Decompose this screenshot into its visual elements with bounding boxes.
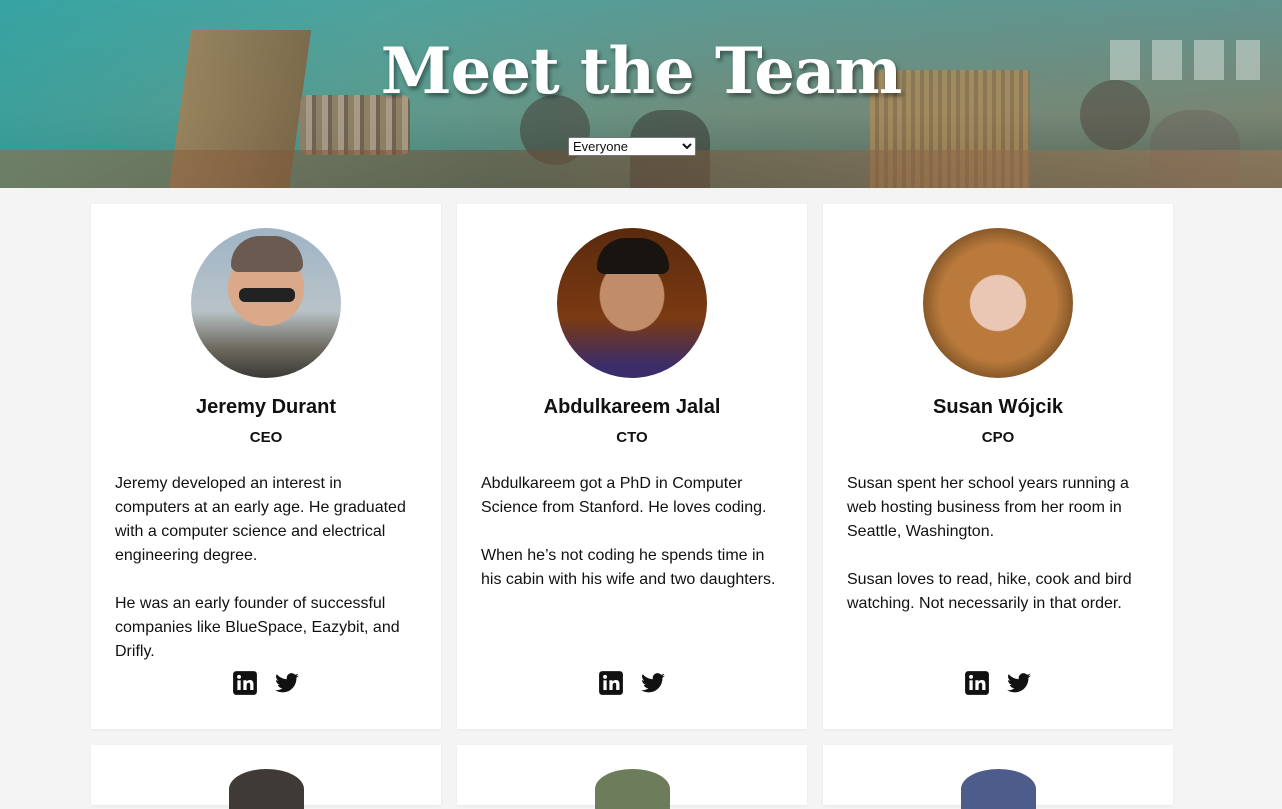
hero-banner: Meet the Team Everyone [0, 0, 1282, 188]
avatar-hair [597, 238, 669, 274]
bio-paragraph: Abdulkareem got a PhD in Computer Scienc… [481, 475, 767, 516]
team-filter-select[interactable]: Everyone [568, 137, 696, 156]
twitter-link[interactable] [1006, 670, 1032, 696]
twitter-link[interactable] [274, 670, 300, 696]
member-bio: Jeremy developed an interest in computer… [115, 472, 420, 664]
team-card: Susan Wójcik CPO Susan spent her school … [823, 204, 1173, 729]
team-card [457, 745, 807, 809]
twitter-icon [275, 673, 300, 693]
social-links [91, 670, 441, 696]
avatar-sunglasses [239, 288, 295, 302]
bio-paragraph: Susan loves to read, hike, cook and bird… [847, 571, 1132, 612]
bio-paragraph: When he’s not coding he spends time in h… [481, 547, 776, 588]
twitter-link[interactable] [640, 670, 666, 696]
twitter-icon [1007, 673, 1032, 693]
member-name: Abdulkareem Jalal [543, 396, 721, 418]
bio-paragraph: Jeremy developed an interest in computer… [115, 475, 406, 564]
avatar [961, 769, 1036, 809]
avatar [595, 769, 670, 809]
linkedin-link[interactable] [964, 670, 990, 696]
twitter-icon [641, 673, 666, 693]
member-name: Susan Wójcik [932, 396, 1064, 418]
member-bio: Abdulkareem got a PhD in Computer Scienc… [481, 472, 786, 592]
team-card [91, 745, 441, 809]
bio-paragraph: Susan spent her school years running a w… [847, 475, 1129, 540]
avatar [191, 228, 341, 378]
social-links [823, 670, 1173, 696]
avatar [923, 228, 1073, 378]
team-card: Abdulkareem Jalal CTO Abdulkareem got a … [457, 204, 807, 729]
bio-paragraph: He was an early founder of successful co… [115, 595, 400, 660]
avatar [229, 769, 304, 809]
linkedin-icon [964, 671, 989, 695]
member-role: CEO [249, 429, 283, 446]
member-name: Jeremy Durant [195, 396, 337, 418]
team-card [823, 745, 1173, 809]
linkedin-icon [232, 671, 257, 695]
linkedin-link[interactable] [232, 670, 258, 696]
linkedin-icon [598, 671, 623, 695]
page-title: Meet the Team [380, 34, 902, 109]
member-bio: Susan spent her school years running a w… [847, 472, 1152, 616]
member-role: CPO [981, 429, 1015, 446]
linkedin-link[interactable] [598, 670, 624, 696]
team-card: Jeremy Durant CEO Jeremy developed an in… [91, 204, 441, 729]
social-links [457, 670, 807, 696]
avatar [557, 228, 707, 378]
member-role: CTO [616, 429, 648, 446]
avatar-hair [231, 236, 303, 272]
